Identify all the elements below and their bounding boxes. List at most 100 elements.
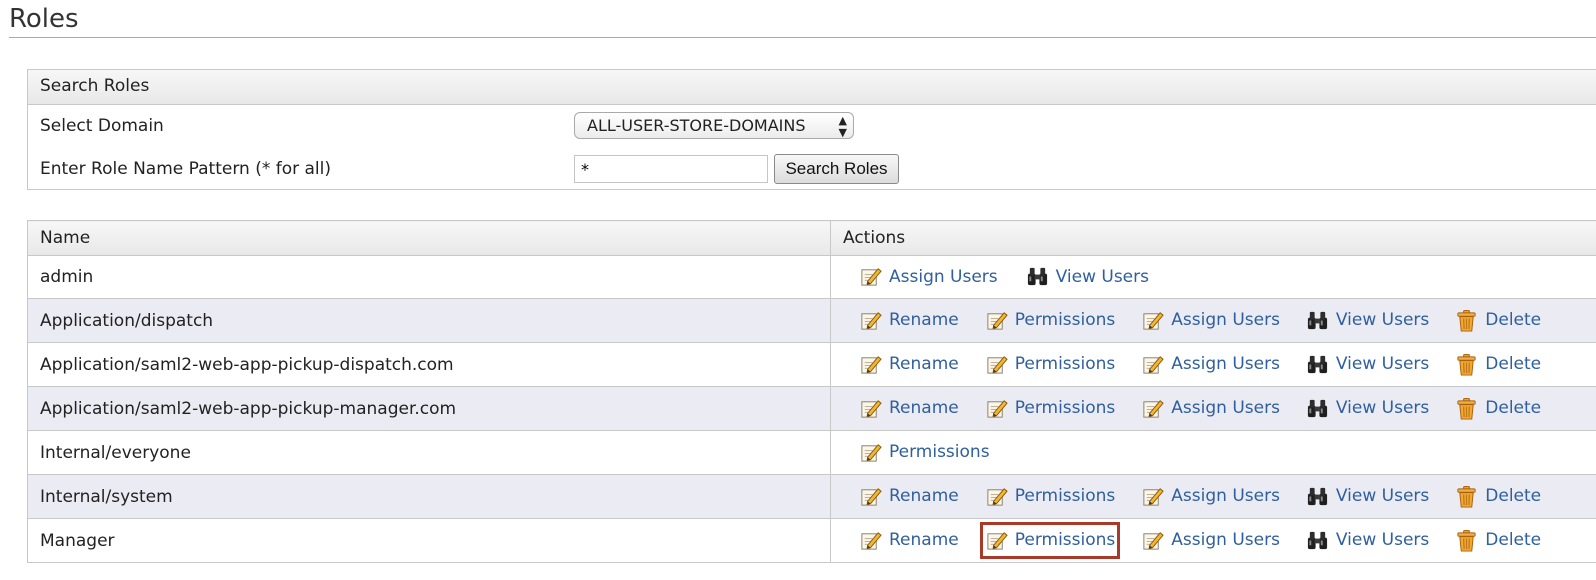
action-label: Permissions <box>1014 398 1116 418</box>
edit-pencil-icon <box>859 397 882 420</box>
edit-pencil-icon <box>1141 309 1165 332</box>
binoculars-icon <box>1306 529 1329 552</box>
table-row: Application/saml2-web-app-pickup-manager… <box>27 386 1596 431</box>
table-row: Application/dispatch Rename Permissions Ass… <box>27 298 1596 343</box>
column-header-name: Name <box>27 220 831 256</box>
role-name-cell: admin <box>27 255 831 299</box>
role-actions-cell: Rename Permissions Assign Users View Users D… <box>830 474 1596 519</box>
view-users-link[interactable]: View Users <box>1304 393 1431 424</box>
roles-table-body: admin Assign Users View Users Application/d… <box>27 255 1596 563</box>
action-label: Permissions <box>889 442 990 462</box>
action-label: Permissions <box>1014 486 1116 506</box>
permissions-link[interactable]: Permissions <box>983 481 1118 512</box>
action-label: Permissions <box>1014 354 1116 374</box>
view-users-link[interactable]: View Users <box>1304 525 1431 556</box>
domain-select-value: ALL-USER-STORE-DOMAINS <box>587 116 806 135</box>
assign-users-link[interactable]: Assign Users <box>1139 305 1282 336</box>
binoculars-icon <box>1026 265 1049 288</box>
domain-select[interactable]: ALL-USER-STORE-DOMAINS ▲ ▼ <box>574 112 854 139</box>
role-pattern-label: Enter Role Name Pattern (* for all) <box>40 159 332 179</box>
action-label: View Users <box>1335 398 1430 418</box>
action-label: Assign Users <box>889 266 998 287</box>
role-name-cell: Application/saml2-web-app-pickup-dispatc… <box>27 342 831 387</box>
role-name-cell: Application/dispatch <box>27 298 831 343</box>
permissions-link[interactable]: Permissions <box>857 437 992 468</box>
action-label: Delete <box>1485 486 1542 506</box>
role-name-cell: Application/saml2-web-app-pickup-manager… <box>27 386 831 431</box>
view-users-link[interactable]: View Users <box>1024 261 1151 292</box>
search-panel-header: Search Roles <box>28 70 1596 105</box>
trash-can-icon <box>1455 309 1478 332</box>
action-label: View Users <box>1335 486 1430 506</box>
permissions-link[interactable]: Permissions <box>983 393 1118 424</box>
action-label: Assign Users <box>1171 530 1280 550</box>
delete-link[interactable]: Delete <box>1453 305 1543 336</box>
assign-users-link[interactable]: Assign Users <box>1139 525 1282 556</box>
action-label: Rename <box>889 354 959 374</box>
rename-link[interactable]: Rename <box>857 393 961 424</box>
role-actions-cell: Assign Users View Users <box>830 255 1596 299</box>
assign-users-link[interactable]: Assign Users <box>1139 393 1282 424</box>
page-title: Roles <box>9 4 79 34</box>
action-label: Permissions <box>1014 310 1116 330</box>
permissions-link[interactable]: Permissions <box>983 349 1118 380</box>
rename-link[interactable]: Rename <box>857 305 961 336</box>
action-label: Rename <box>889 398 959 418</box>
search-roles-button[interactable]: Search Roles <box>774 154 899 184</box>
edit-pencil-icon <box>1141 397 1165 420</box>
edit-pencil-icon <box>1141 529 1165 552</box>
permissions-link[interactable]: Permissions <box>979 521 1121 559</box>
delete-link[interactable]: Delete <box>1453 481 1543 512</box>
edit-pencil-icon <box>859 265 882 288</box>
action-label: Assign Users <box>1171 310 1280 330</box>
action-label: Delete <box>1485 354 1542 374</box>
delete-link[interactable]: Delete <box>1453 525 1543 556</box>
binoculars-icon <box>1306 397 1329 420</box>
action-label: Assign Users <box>1171 398 1280 418</box>
assign-users-link[interactable]: Assign Users <box>1139 349 1282 380</box>
trash-can-icon <box>1455 529 1478 552</box>
action-label: View Users <box>1335 354 1430 374</box>
table-row: Application/saml2-web-app-pickup-dispatc… <box>27 342 1596 387</box>
edit-pencil-icon <box>859 529 882 552</box>
title-divider <box>9 37 1596 38</box>
edit-pencil-icon <box>985 397 1008 420</box>
binoculars-icon <box>1306 353 1329 376</box>
edit-pencil-icon <box>859 309 882 332</box>
action-label: Delete <box>1485 530 1542 550</box>
action-label: Rename <box>889 310 959 330</box>
view-users-link[interactable]: View Users <box>1304 305 1431 336</box>
delete-link[interactable]: Delete <box>1453 393 1543 424</box>
table-row: Internal/everyone Permissions <box>27 430 1596 475</box>
rename-link[interactable]: Rename <box>857 349 961 380</box>
delete-link[interactable]: Delete <box>1453 349 1543 380</box>
action-label: View Users <box>1055 266 1149 287</box>
role-name-cell: Internal/system <box>27 474 831 519</box>
role-actions-cell: Rename Permissions Assign Users View Users D… <box>830 386 1596 431</box>
role-actions-cell: Rename Permissions Assign Users View Users D… <box>830 298 1596 343</box>
view-users-link[interactable]: View Users <box>1304 481 1431 512</box>
permissions-link[interactable]: Permissions <box>983 305 1118 336</box>
table-header-row: Name Actions <box>27 220 1596 256</box>
edit-pencil-icon <box>859 441 882 464</box>
edit-pencil-icon <box>1141 485 1165 508</box>
select-arrows-icon: ▲ ▼ <box>838 114 847 139</box>
edit-pencil-icon <box>985 309 1008 332</box>
assign-users-link[interactable]: Assign Users <box>1139 481 1282 512</box>
rename-link[interactable]: Rename <box>857 481 961 512</box>
role-actions-cell: Rename Permissions Assign Users View Users D… <box>830 342 1596 387</box>
edit-pencil-icon <box>1141 353 1165 376</box>
rename-link[interactable]: Rename <box>857 525 961 556</box>
role-name-cell: Internal/everyone <box>27 430 831 475</box>
action-label: Rename <box>889 486 959 506</box>
select-domain-label: Select Domain <box>40 116 164 136</box>
trash-can-icon <box>1455 485 1478 508</box>
binoculars-icon <box>1306 485 1329 508</box>
edit-pencil-icon <box>985 485 1008 508</box>
role-pattern-input[interactable] <box>574 155 768 183</box>
role-name-cell: Manager <box>27 518 831 563</box>
assign-users-link[interactable]: Assign Users <box>857 261 1000 292</box>
edit-pencil-icon <box>985 529 1008 552</box>
view-users-link[interactable]: View Users <box>1304 349 1431 380</box>
action-label: Delete <box>1485 310 1542 330</box>
